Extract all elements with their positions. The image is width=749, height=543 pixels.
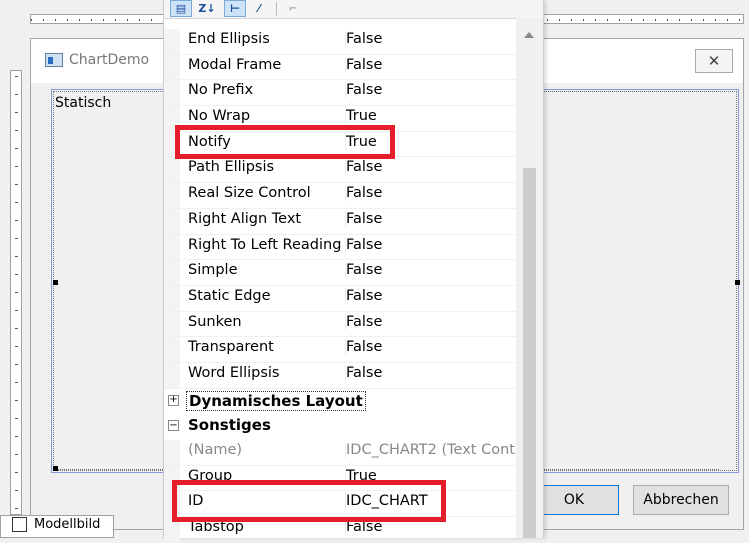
property-row-sunken[interactable]: Sunken False [164, 311, 516, 338]
toolbar-separator [276, 2, 277, 16]
messages-icon[interactable]: ⁄ [248, 0, 270, 17]
property-value: IDC_CHART2 (Text Control) [345, 442, 516, 458]
property-value[interactable]: False [345, 339, 516, 356]
property-toolbar: ▤ Z↓ ⊢ ⁄ ⌐ [164, 0, 543, 19]
property-name: Word Ellipsis [188, 364, 280, 381]
cancel-button[interactable]: Abbrechen [633, 485, 729, 515]
property-rows: End Ellipsis False Modal Frame False No Pr… [164, 29, 516, 543]
property-value[interactable]: False [345, 262, 516, 279]
property-name: Sunken [188, 313, 242, 330]
left-ruler [10, 76, 22, 515]
events-icon[interactable]: ⊢ [224, 0, 246, 17]
row-gutter [164, 337, 180, 362]
property-row-no-prefix[interactable]: No Prefix False [164, 80, 516, 107]
property-value[interactable]: False [345, 364, 516, 381]
scroll-up-arrow-icon[interactable] [524, 32, 534, 38]
row-gutter [164, 285, 180, 311]
property-value[interactable]: False [345, 287, 516, 304]
row-gutter [164, 29, 180, 54]
row-gutter [164, 157, 180, 183]
property-row-word-ellipsis[interactable]: Word Ellipsis False [164, 362, 516, 389]
property-row-right-to-left-reading[interactable]: Right To Left Reading OrderFalse [164, 234, 516, 261]
row-gutter [164, 208, 180, 234]
property-row-simple[interactable]: Simple False [164, 260, 516, 286]
static-control-label: Statisch [55, 95, 112, 111]
row-gutter [164, 440, 180, 465]
property-name: End Ellipsis [188, 31, 270, 47]
collapse-minus-icon[interactable]: − [168, 420, 179, 432]
property-name: Modal Frame [188, 56, 282, 73]
property-name: Real Size Control [188, 185, 311, 202]
property-scrollbar[interactable] [516, 18, 543, 538]
categorized-icon[interactable]: ▤ [170, 0, 192, 17]
property-row-end-ellipsis[interactable]: End Ellipsis False [164, 29, 516, 55]
property-grid[interactable]: ▤ Z↓ ⊢ ⁄ ⌐ End Ellipsis False Modal Frame… [163, 0, 544, 543]
modellbild-checkbox[interactable] [12, 517, 27, 532]
row-gutter [164, 311, 180, 337]
property-name: Static Edge [188, 287, 271, 304]
property-name: Right To Left Reading Order [188, 236, 342, 253]
property-value[interactable]: False [345, 185, 516, 202]
property-value[interactable]: False [345, 31, 516, 47]
row-gutter [164, 54, 180, 80]
overrides-icon[interactable]: ⌐ [282, 0, 304, 17]
property-row-right-align-text[interactable]: Right Align Text False [164, 208, 516, 235]
property-value[interactable]: False [345, 313, 516, 330]
property-value[interactable]: False [345, 210, 516, 227]
resize-handle-left[interactable] [53, 280, 58, 285]
close-icon[interactable]: ✕ [695, 49, 733, 73]
dialog-app-icon [45, 53, 63, 67]
property-row-transparent[interactable]: Transparent False [164, 337, 516, 363]
property-name: Transparent [188, 339, 274, 356]
alphabetic-sort-icon[interactable]: Z↓ [196, 0, 218, 17]
property-row-modal-frame[interactable]: Modal Frame False [164, 54, 516, 81]
expand-plus-icon[interactable]: + [168, 394, 179, 406]
property-name: Path Ellipsis [188, 159, 275, 176]
highlight-notify [175, 125, 395, 159]
resize-handle-bottom-left[interactable] [53, 466, 58, 471]
scroll-thumb[interactable] [523, 168, 536, 538]
highlight-id [172, 480, 446, 522]
row-gutter [164, 80, 180, 106]
property-name: No Wrap [188, 108, 251, 125]
property-row-static-edge[interactable]: Static Edge False [164, 285, 516, 312]
property-value[interactable]: False [345, 82, 516, 99]
property-value[interactable]: True [345, 108, 516, 125]
guide-line-top [542, 91, 719, 92]
property-row-name[interactable]: (Name) IDC_CHART2 (Text Control) [164, 440, 516, 466]
resize-handle-right[interactable] [735, 280, 740, 285]
row-gutter [164, 183, 180, 208]
dialog-title: ChartDemo [69, 52, 150, 68]
category-sonstiges[interactable]: − Sonstiges [164, 414, 516, 440]
modellbild-label: Modellbild [34, 517, 101, 532]
category-name: Dynamisches Layout [186, 390, 366, 411]
property-name: Simple [188, 262, 238, 279]
category-name: Sonstiges [188, 416, 271, 435]
property-row-real-size-control[interactable]: Real Size Control False [164, 183, 516, 209]
property-name: Right Align Text [188, 210, 302, 227]
property-value[interactable]: False [345, 56, 516, 73]
property-value[interactable]: False [345, 236, 516, 253]
property-name: No Prefix [188, 82, 254, 99]
property-name: (Name) [188, 442, 243, 458]
row-gutter [164, 362, 180, 388]
property-value[interactable]: False [345, 159, 516, 176]
category-dynamisches-layout[interactable]: + Dynamisches Layout [164, 389, 516, 415]
row-gutter [164, 260, 180, 285]
row-gutter [164, 234, 180, 260]
property-row-path-ellipsis[interactable]: Path Ellipsis False [164, 157, 516, 184]
